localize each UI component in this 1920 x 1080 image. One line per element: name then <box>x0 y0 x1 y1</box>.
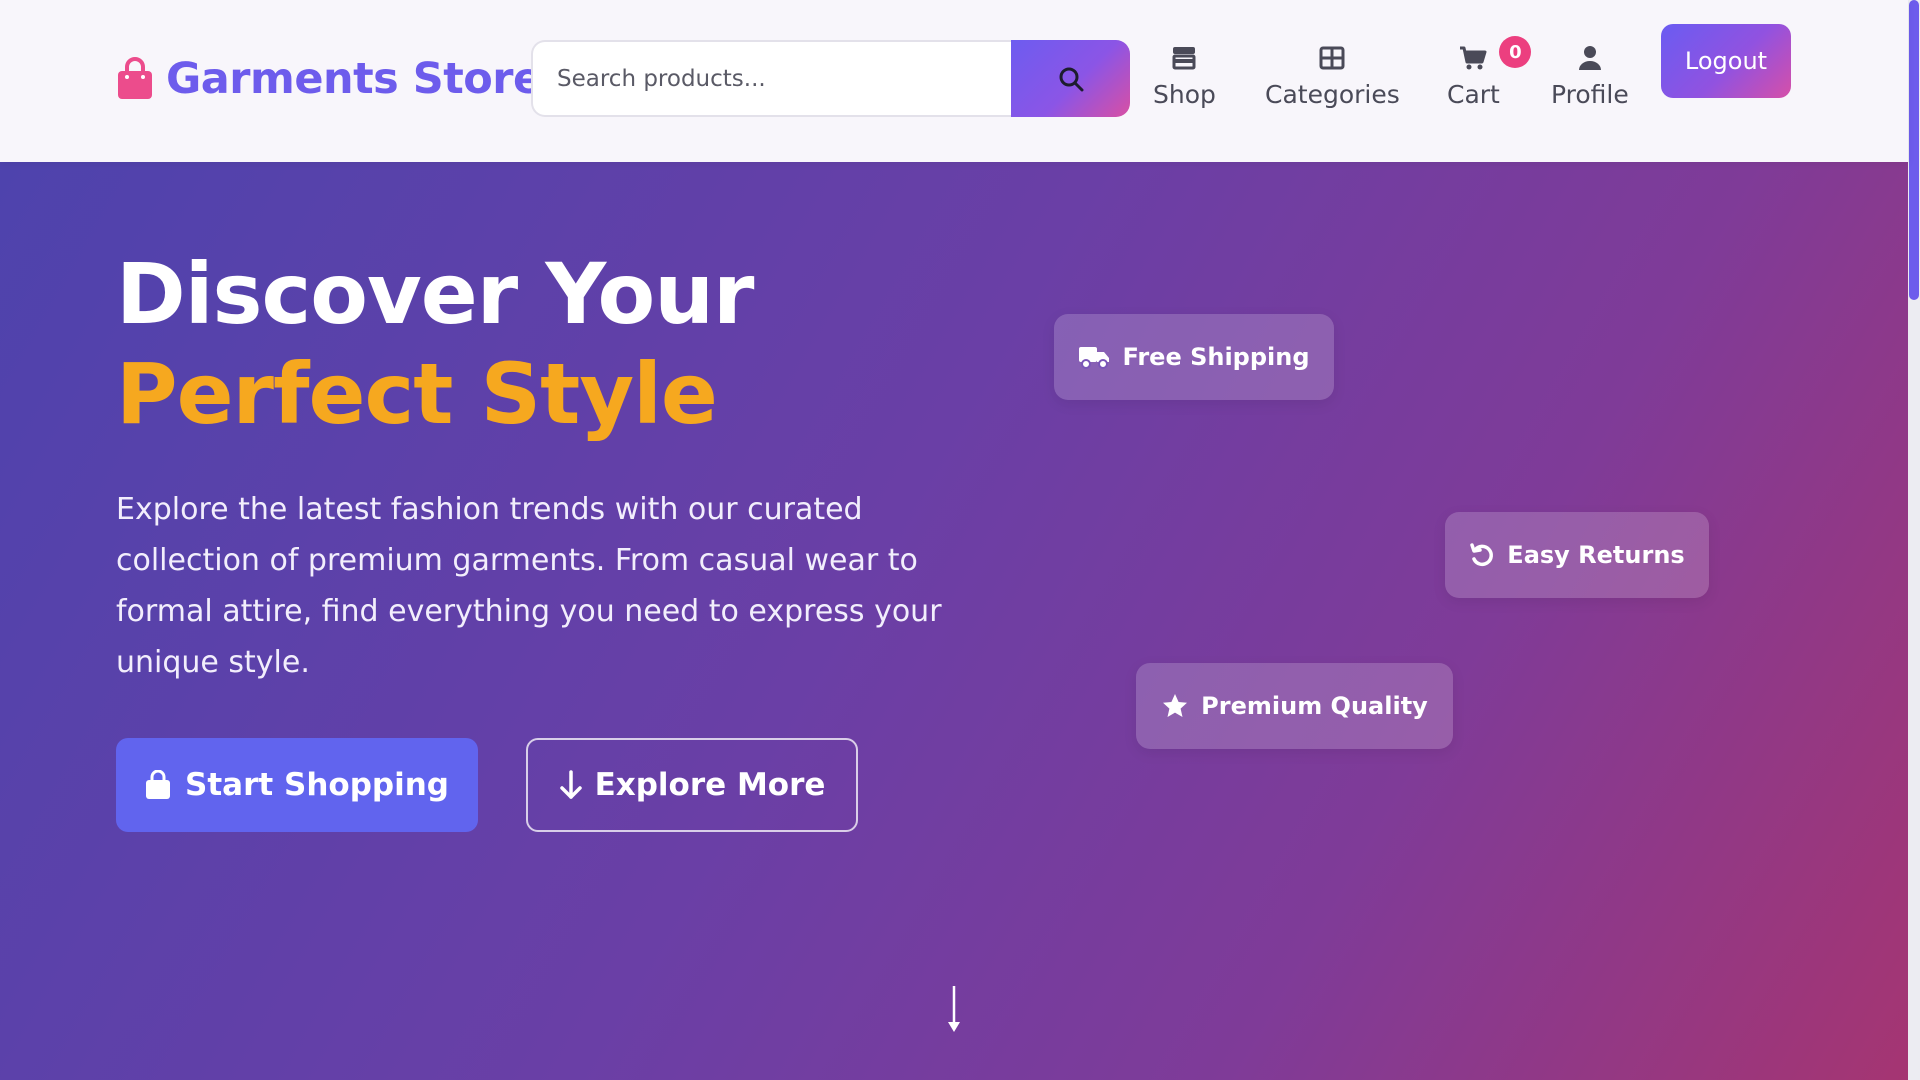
shopping-bag-icon <box>146 770 171 799</box>
grid-icon <box>1319 46 1345 70</box>
feature-easy-returns-label: Easy Returns <box>1507 541 1685 569</box>
feature-free-shipping-label: Free Shipping <box>1122 343 1310 371</box>
nav-profile[interactable]: Profile <box>1551 44 1629 109</box>
undo-icon <box>1470 543 1494 567</box>
scroll-down-arrow-icon[interactable] <box>944 984 964 1034</box>
hero-title: Discover Your Perfect Style <box>116 244 754 444</box>
cart-icon <box>1460 46 1487 70</box>
nav-cart[interactable]: 0 Cart <box>1447 36 1532 109</box>
search-input[interactable] <box>531 40 1011 117</box>
feature-free-shipping: Free Shipping <box>1054 314 1334 400</box>
star-icon <box>1163 694 1188 717</box>
explore-more-label: Explore More <box>594 767 826 803</box>
nav-categories-label: Categories <box>1265 80 1400 109</box>
nav-shop-label: Shop <box>1153 80 1216 109</box>
site-header: Garments Store Shop Categories <box>0 0 1908 162</box>
brand-name: Garments Store <box>166 54 542 104</box>
shopping-bag-icon <box>118 57 152 99</box>
truck-icon <box>1079 347 1110 369</box>
arrow-down-icon <box>559 770 582 799</box>
nav-cart-label: Cart <box>1447 80 1500 109</box>
user-icon <box>1578 46 1601 70</box>
feature-premium-quality: Premium Quality <box>1136 663 1453 749</box>
feature-premium-quality-label: Premium Quality <box>1201 692 1428 720</box>
hero-title-line1: Discover Your <box>116 245 754 343</box>
hero-section: Discover Your Perfect Style Explore the … <box>0 162 1908 1080</box>
search-icon <box>1059 67 1083 91</box>
search-bar <box>531 40 1130 117</box>
start-shopping-button[interactable]: Start Shopping <box>116 738 478 832</box>
explore-more-button[interactable]: Explore More <box>526 738 858 832</box>
store-icon <box>1172 47 1196 70</box>
nav-categories[interactable]: Categories <box>1265 44 1400 109</box>
search-button[interactable] <box>1011 40 1130 117</box>
nav-profile-label: Profile <box>1551 80 1629 109</box>
logout-button[interactable]: Logout <box>1661 24 1791 98</box>
hero-description: Explore the latest fashion trends with o… <box>116 492 942 680</box>
nav-shop[interactable]: Shop <box>1153 44 1216 109</box>
start-shopping-label: Start Shopping <box>185 767 449 803</box>
cart-count-badge: 0 <box>1499 36 1532 68</box>
page-scrollbar-thumb[interactable] <box>1909 0 1919 300</box>
feature-easy-returns: Easy Returns <box>1445 512 1709 598</box>
hero-title-line2: Perfect Style <box>116 345 718 443</box>
brand-logo[interactable]: Garments Store <box>116 54 542 104</box>
